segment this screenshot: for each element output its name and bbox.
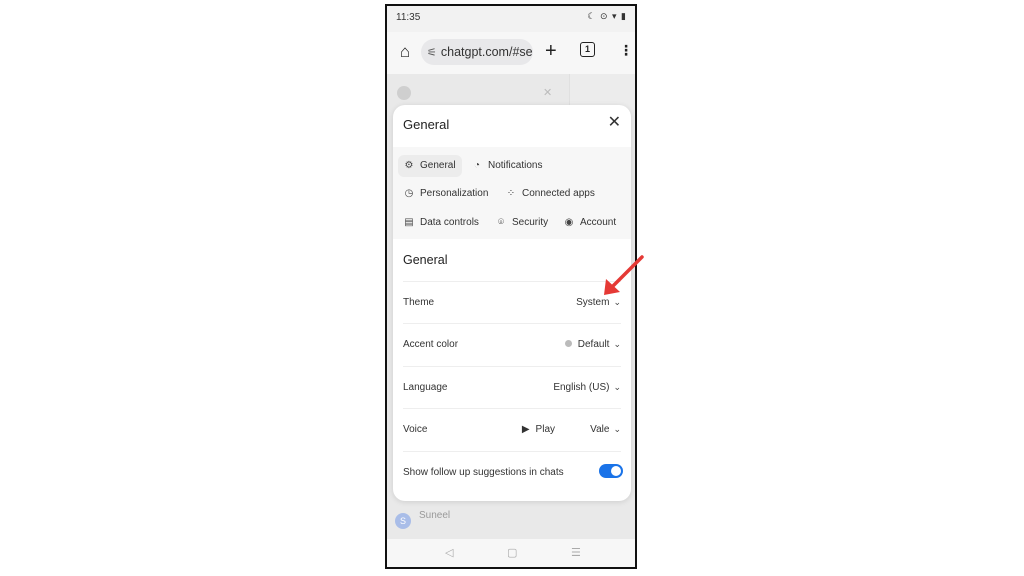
android-nav-bar: ◁ ▢ ☰ [387, 539, 635, 567]
settings-tabs: ⚙ General ◔ Notifications ◷ Personalization… [393, 147, 631, 239]
close-icon[interactable]: ✕ [608, 114, 621, 132]
chevron-down-icon: ⌄ [613, 382, 621, 392]
gear-icon: ⚙ [404, 160, 414, 171]
tab-label: Personalization [420, 188, 489, 199]
status-bar: 11:35 ☾ ⊙ ▾ ▮ [387, 6, 635, 30]
tab-security[interactable]: ⌾ Security [495, 212, 548, 234]
tab-notifications[interactable]: ◔ Notifications [471, 155, 543, 177]
section-title: General [403, 253, 448, 267]
theme-row: Theme System ⌄ [403, 281, 621, 324]
voice-label: Voice [403, 424, 428, 435]
status-icons: ☾ ⊙ ▾ ▮ [587, 11, 627, 21]
tab-label: Notifications [488, 160, 543, 171]
user-avatar: S [395, 513, 411, 529]
status-time: 11:35 [396, 12, 421, 23]
theme-value: System [576, 297, 610, 308]
accent-color-value: Default [577, 339, 610, 350]
database-icon: ▤ [404, 217, 414, 228]
clock-icon: ◷ [404, 188, 414, 199]
chevron-down-icon: ⌄ [613, 297, 621, 307]
background-close-icon: ✕ [543, 87, 553, 99]
toggle-knob [611, 466, 621, 476]
user-name: Suneel [419, 510, 451, 521]
accent-color-dropdown[interactable]: Default ⌄ [564, 339, 621, 350]
language-label: Language [403, 382, 448, 393]
accent-color-label: Accent color [403, 339, 459, 350]
more-menu-icon[interactable]: ⋮ [619, 42, 633, 58]
account-icon: ◉ [564, 217, 574, 228]
voice-value: Vale [590, 424, 610, 435]
voice-row: Voice ▶ Play Vale ⌄ [403, 408, 621, 451]
chevron-down-icon: ⌄ [613, 339, 621, 349]
tab-connected-apps[interactable]: ⁘ Connected apps [505, 183, 595, 205]
tab-switcher-button[interactable]: 1 [580, 42, 595, 57]
url-text: chatgpt.com/#se [440, 45, 533, 59]
language-dropdown[interactable]: English (US) ⌄ [553, 382, 621, 393]
chevron-down-icon: ⌄ [613, 424, 621, 434]
theme-dropdown[interactable]: System ⌄ [576, 297, 621, 308]
home-icon[interactable]: ⌂ [395, 42, 415, 62]
tab-label: General [420, 160, 456, 171]
language-value: English (US) [553, 382, 610, 393]
tab-label: Connected apps [522, 188, 595, 199]
accent-color-swatch [564, 340, 572, 347]
annotation-arrow-icon [604, 255, 644, 295]
new-tab-button[interactable]: + [545, 41, 557, 61]
background-avatar [397, 86, 411, 100]
bell-icon: ◔ [473, 160, 481, 171]
back-icon[interactable]: ◁ [445, 546, 453, 559]
site-settings-icon[interactable]: ⚟ [427, 47, 437, 59]
accent-color-row: Accent color Default ⌄ [403, 323, 621, 366]
tab-data-controls[interactable]: ▤ Data controls [403, 212, 479, 234]
address-bar[interactable]: ⚟ chatgpt.com/#se [421, 39, 533, 65]
follow-up-row: Show follow up suggestions in chats [403, 451, 623, 494]
tab-label: Account [580, 217, 617, 228]
tab-personalization[interactable]: ◷ Personalization [403, 183, 489, 205]
voice-dropdown[interactable]: Vale ⌄ [590, 424, 621, 435]
theme-label: Theme [403, 297, 435, 308]
play-label: Play [535, 424, 555, 435]
fingerprint-icon: ⌾ [498, 217, 504, 228]
tab-label: Security [512, 217, 549, 228]
home-nav-icon[interactable]: ▢ [507, 546, 517, 559]
tab-label: Data controls [420, 217, 479, 228]
play-icon: ▶ [521, 424, 530, 435]
follow-up-toggle[interactable] [599, 464, 623, 478]
tab-general[interactable]: ⚙ General [398, 155, 462, 177]
language-row: Language English (US) ⌄ [403, 366, 621, 409]
recents-icon[interactable]: ☰ [571, 546, 581, 559]
play-voice-button[interactable]: ▶ Play [522, 424, 555, 435]
apps-icon: ⁘ [506, 188, 516, 199]
follow-up-label: Show follow up suggestions in chats [403, 467, 564, 478]
browser-toolbar: ⌂ ⚟ chatgpt.com/#se + 1 ⋮ [387, 32, 635, 74]
modal-title: General [403, 117, 450, 132]
tab-account[interactable]: ◉ Account [563, 212, 617, 234]
settings-modal: General ✕ ⚙ General ◔ Notifications ◷ Perso… [393, 105, 631, 501]
